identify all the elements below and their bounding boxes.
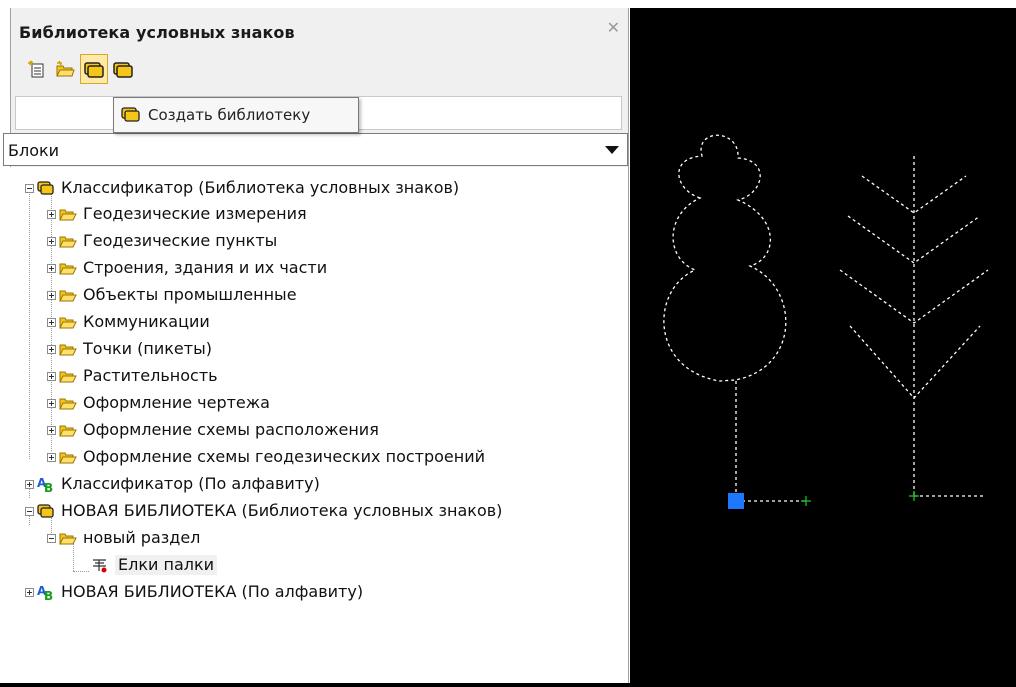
- folder-icon: [59, 344, 77, 356]
- new-section-icon: [28, 60, 44, 78]
- expand-icon[interactable]: [47, 236, 56, 246]
- expand-icon[interactable]: [47, 344, 56, 354]
- expand-icon[interactable]: [47, 425, 56, 435]
- drawing-canvas[interactable]: [630, 8, 1016, 683]
- panel-title: Библиотека условных знаков: [19, 23, 295, 42]
- expand-icon[interactable]: [47, 263, 56, 273]
- tree-node-label: Геодезические измерения: [83, 204, 307, 223]
- library-button[interactable]: [109, 54, 137, 84]
- toolbar: [23, 54, 223, 88]
- expand-icon[interactable]: [47, 209, 56, 219]
- tree-node-label: НОВАЯ БИБЛИОТЕКА (Библиотека условных зн…: [61, 501, 503, 520]
- alphabet-icon: АВ: [37, 476, 53, 492]
- tree-node-label: Классификатор (По алфавиту): [61, 474, 320, 493]
- folder-icon: [59, 263, 77, 275]
- tree-node-label: Елки палки: [115, 555, 218, 575]
- open-folder-icon: [56, 60, 75, 77]
- library-icon: [113, 62, 133, 78]
- folder-icon: [59, 236, 77, 248]
- category-dropdown[interactable]: Блоки: [3, 133, 628, 166]
- tooltip-text: Создать библиотеку: [148, 106, 311, 124]
- tree-node-label: Геодезические пункты: [83, 231, 278, 250]
- open-folder-button[interactable]: [51, 54, 79, 84]
- tree-node-folder[interactable]: Объекты промышленные: [47, 282, 297, 308]
- tree-node-new-library-alphabet[interactable]: АВ НОВАЯ БИБЛИОТЕКА (По алфавиту): [25, 579, 363, 605]
- svg-text:В: В: [44, 589, 53, 600]
- collapse-icon[interactable]: [47, 533, 56, 543]
- expand-icon[interactable]: [47, 452, 56, 462]
- library-icon: [37, 181, 54, 195]
- tree-node-classifier[interactable]: Классификатор (Библиотека условных знако…: [25, 175, 459, 201]
- expand-icon[interactable]: [47, 398, 56, 408]
- tree-node-block[interactable]: Елки палки: [91, 552, 218, 578]
- tree-node-label: новый раздел: [83, 528, 201, 547]
- tree-node-label: Точки (пикеты): [83, 339, 212, 358]
- tooltip: Создать библиотеку: [113, 97, 359, 133]
- tree-node-classifier-alphabet[interactable]: АВ Классификатор (По алфавиту): [25, 471, 320, 497]
- create-library-button[interactable]: [80, 54, 108, 84]
- expand-icon[interactable]: [25, 479, 34, 489]
- collapse-icon[interactable]: [25, 183, 34, 193]
- chevron-down-icon[interactable]: [605, 146, 619, 154]
- collapse-icon[interactable]: [25, 506, 34, 516]
- library-icon: [37, 504, 54, 518]
- library-tree: Классификатор (Библиотека условных знако…: [3, 167, 628, 683]
- panel-titlebar: Библиотека условных знаков ✕: [11, 8, 628, 46]
- tree-node-folder[interactable]: Коммуникации: [47, 309, 210, 335]
- folder-icon: [59, 452, 77, 464]
- create-library-icon: [84, 62, 104, 78]
- folder-icon: [59, 398, 77, 410]
- tree-node-folder[interactable]: новый раздел: [47, 525, 200, 551]
- tree-node-folder[interactable]: Строения, здания и их части: [47, 255, 327, 281]
- tree-node-label: Растительность: [83, 366, 218, 385]
- alphabet-icon: АВ: [37, 584, 53, 600]
- folder-icon: [59, 290, 77, 302]
- expand-icon[interactable]: [47, 371, 56, 381]
- tree-line: [73, 571, 89, 572]
- svg-text:В: В: [44, 481, 53, 492]
- tree-node-label: НОВАЯ БИБЛИОТЕКА (По алфавиту): [61, 582, 364, 601]
- expand-icon[interactable]: [25, 587, 34, 597]
- tree-node-folder[interactable]: Оформление чертежа: [47, 390, 270, 416]
- new-section-button[interactable]: [23, 54, 51, 84]
- folder-icon: [59, 425, 77, 437]
- block-preview: [663, 134, 989, 509]
- folder-icon: [59, 533, 77, 545]
- library-panel: Библиотека условных знаков ✕ Блоки Класс…: [3, 8, 629, 683]
- folder-icon: [59, 371, 77, 383]
- tree-node-folder[interactable]: Оформление схемы геодезических построени…: [47, 444, 485, 470]
- tree-node-folder[interactable]: Точки (пикеты): [47, 336, 212, 362]
- tree-node-label: Классификатор (Библиотека условных знако…: [61, 178, 460, 197]
- tree-node-folder[interactable]: Оформление схемы расположения: [47, 417, 379, 443]
- tree-node-label: Оформление схемы расположения: [83, 420, 379, 439]
- tree-node-label: Оформление чертежа: [83, 393, 270, 412]
- tree-node-folder[interactable]: Геодезические измерения: [47, 201, 307, 227]
- expand-icon[interactable]: [47, 317, 56, 327]
- tree-node-folder[interactable]: Растительность: [47, 363, 218, 389]
- block-icon: [93, 559, 107, 573]
- tree-node-folder[interactable]: Геодезические пункты: [47, 228, 277, 254]
- deciduous-tree-crown: [663, 134, 787, 382]
- folder-icon: [59, 209, 77, 221]
- grip-icon: [728, 493, 744, 509]
- folder-icon: [59, 317, 77, 329]
- expand-icon[interactable]: [47, 290, 56, 300]
- conifer-branches: [839, 175, 989, 399]
- close-icon[interactable]: ✕: [607, 20, 620, 36]
- create-library-icon: [121, 107, 140, 122]
- tree-node-label: Оформление схемы геодезических построени…: [83, 447, 486, 466]
- tree-node-label: Коммуникации: [83, 312, 210, 331]
- tree-line: [29, 189, 30, 459]
- tree-node-label: Строения, здания и их части: [83, 258, 328, 277]
- dropdown-value: Блоки: [8, 141, 60, 160]
- tree-node-new-library[interactable]: НОВАЯ БИБЛИОТЕКА (Библиотека условных зн…: [25, 498, 502, 524]
- tree-node-label: Объекты промышленные: [83, 285, 297, 304]
